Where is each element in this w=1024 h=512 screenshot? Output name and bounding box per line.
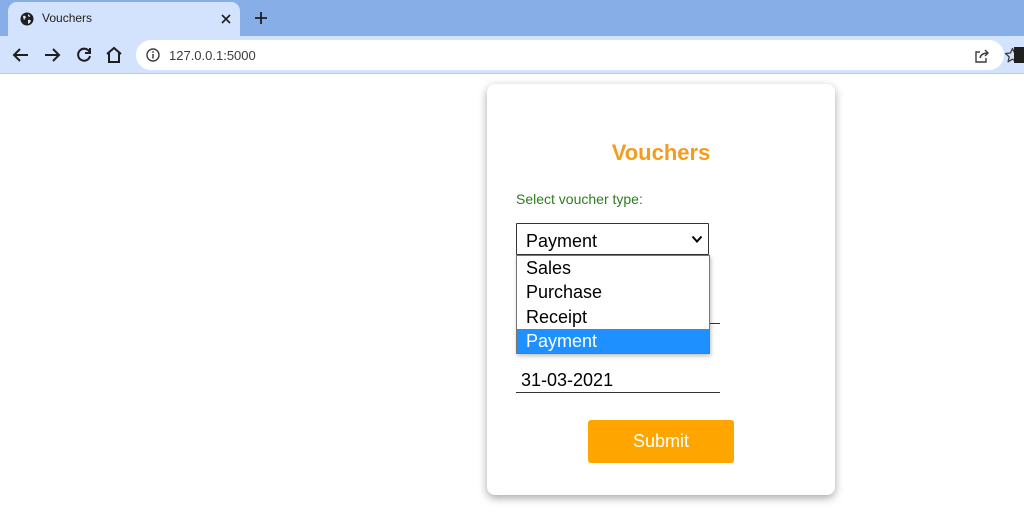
option-sales[interactable]: Sales <box>517 256 709 280</box>
voucher-type-select[interactable]: Payment <box>516 223 709 255</box>
url-text: 127.0.0.1:5000 <box>169 48 256 63</box>
share-icon[interactable] <box>974 48 990 64</box>
page-title: Vouchers <box>487 140 835 166</box>
voucher-type-dropdown[interactable]: Sales Purchase Receipt Payment <box>516 255 710 354</box>
page-title-text: Vouchers <box>611 140 711 165</box>
address-bar[interactable]: 127.0.0.1:5000 <box>136 40 1021 70</box>
option-receipt[interactable]: Receipt <box>517 305 709 329</box>
forward-arrow-icon[interactable] <box>42 45 62 65</box>
chevron-down-icon <box>691 235 703 243</box>
info-icon[interactable] <box>146 48 160 62</box>
date-field-value[interactable]: 31-03-2021 <box>521 370 613 391</box>
date-field-underline <box>516 392 720 393</box>
tab-strip: Vouchers <box>0 0 1024 36</box>
browser-toolbar: 127.0.0.1:5000 <box>0 36 1024 74</box>
submit-button[interactable]: Submit <box>588 420 734 463</box>
option-payment[interactable]: Payment <box>517 328 709 353</box>
tab-title: Vouchers <box>42 11 93 25</box>
more-menu-icon[interactable] <box>1012 46 1024 64</box>
browser-tab[interactable]: Vouchers <box>8 2 240 36</box>
close-icon[interactable] <box>218 11 234 27</box>
home-icon[interactable] <box>104 45 124 65</box>
back-arrow-icon[interactable] <box>11 45 31 65</box>
new-tab-plus-icon[interactable] <box>253 10 269 26</box>
option-purchase[interactable]: Purchase <box>517 280 709 304</box>
reload-icon[interactable] <box>74 45 94 65</box>
voucher-type-value: Payment <box>526 231 598 251</box>
globe-icon <box>20 12 34 26</box>
voucher-type-label: Select voucher type: <box>516 191 643 207</box>
